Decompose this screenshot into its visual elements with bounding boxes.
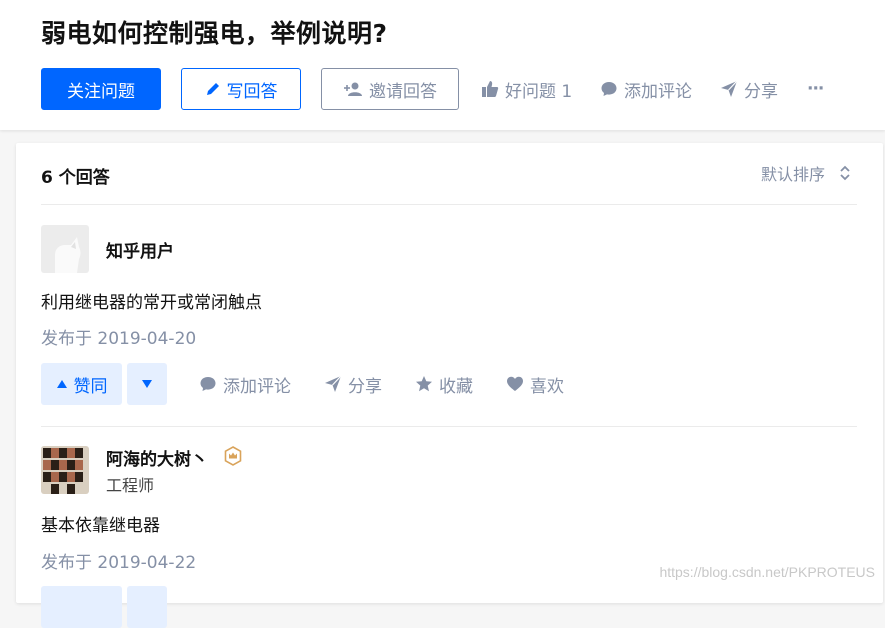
answer-divider	[41, 426, 857, 427]
vote-down-button[interactable]	[127, 586, 167, 628]
share-label: 分享	[744, 81, 778, 102]
invite-answer-label: 邀请回答	[369, 81, 437, 102]
invite-answer-button[interactable]: 邀请回答	[321, 68, 459, 110]
vote-up-button[interactable]: 赞同	[41, 363, 122, 405]
share-icon	[721, 80, 738, 97]
answer-share-label: 分享	[348, 376, 382, 397]
add-comment-label: 添加评论	[624, 81, 692, 102]
thumbs-up-icon	[482, 81, 499, 97]
watermark: https://blog.csdn.net/PKPROTEUS	[659, 564, 875, 580]
answer-share-button[interactable]: 分享	[324, 363, 382, 405]
add-user-icon	[344, 82, 362, 96]
pencil-icon	[206, 83, 219, 95]
tree-avatar-icon	[41, 446, 89, 494]
answers-card: 6 个回答 默认排序 知乎用户 利用继电器的常开或常闭触点 发布于 2019-0…	[16, 143, 883, 628]
answer-content: 利用继电器的常开或常闭触点	[41, 293, 262, 313]
follow-question-button[interactable]: 关注问题	[41, 68, 161, 110]
author-name[interactable]: 阿海的大树丶	[106, 445, 208, 470]
comment-icon	[601, 82, 617, 96]
answer-comment-label: 添加评论	[223, 376, 291, 397]
anonymous-avatar-icon	[41, 225, 89, 273]
avatar[interactable]	[41, 446, 89, 494]
collect-button[interactable]: 收藏	[415, 363, 473, 405]
sort-chevrons-icon	[840, 165, 850, 181]
sort-dropdown[interactable]: 默认排序	[761, 161, 851, 185]
answer-date[interactable]: 发布于 2019-04-22	[41, 548, 196, 573]
share-icon	[325, 375, 342, 392]
write-answer-button[interactable]: 写回答	[181, 68, 301, 110]
answer-date[interactable]: 发布于 2019-04-20	[41, 324, 196, 349]
answer-content: 基本依靠继电器	[41, 516, 160, 536]
vote-up-button[interactable]	[41, 586, 122, 628]
author-headline: 工程师	[106, 476, 155, 495]
write-answer-label: 写回答	[226, 81, 278, 102]
like-button[interactable]: 喜欢	[506, 363, 564, 405]
add-comment-button[interactable]: 添加评论	[600, 68, 692, 110]
vote-down-button[interactable]	[127, 363, 167, 405]
question-title: 弱电如何控制强电，举例说明?	[41, 19, 388, 48]
share-button[interactable]: 分享	[720, 68, 778, 110]
answers-count: 6 个回答	[41, 168, 110, 188]
follow-question-label: 关注问题	[67, 81, 135, 102]
more-icon: ···	[807, 79, 824, 99]
like-label: 喜欢	[530, 376, 564, 397]
star-icon	[416, 376, 432, 392]
more-button[interactable]: ···	[807, 68, 824, 110]
vote-up-label: 赞同	[73, 376, 108, 397]
collect-label: 收藏	[439, 376, 473, 397]
triangle-up-icon	[56, 380, 67, 388]
avatar[interactable]	[41, 225, 89, 273]
badge-icon	[224, 446, 242, 466]
heart-icon	[507, 376, 523, 391]
good-question-button[interactable]: 好问题 1	[481, 68, 572, 110]
good-question-label: 好问题 1	[505, 81, 573, 102]
sort-label: 默认排序	[760, 165, 825, 184]
question-header: 弱电如何控制强电，举例说明? 关注问题 写回答 邀请回答 好问题 1 添加评论	[0, 0, 885, 130]
answer-comment-button[interactable]: 添加评论	[199, 363, 291, 405]
comment-icon	[200, 377, 216, 391]
triangle-down-icon	[142, 380, 152, 388]
author-name[interactable]: 知乎用户	[106, 237, 174, 262]
header-divider	[41, 204, 857, 205]
